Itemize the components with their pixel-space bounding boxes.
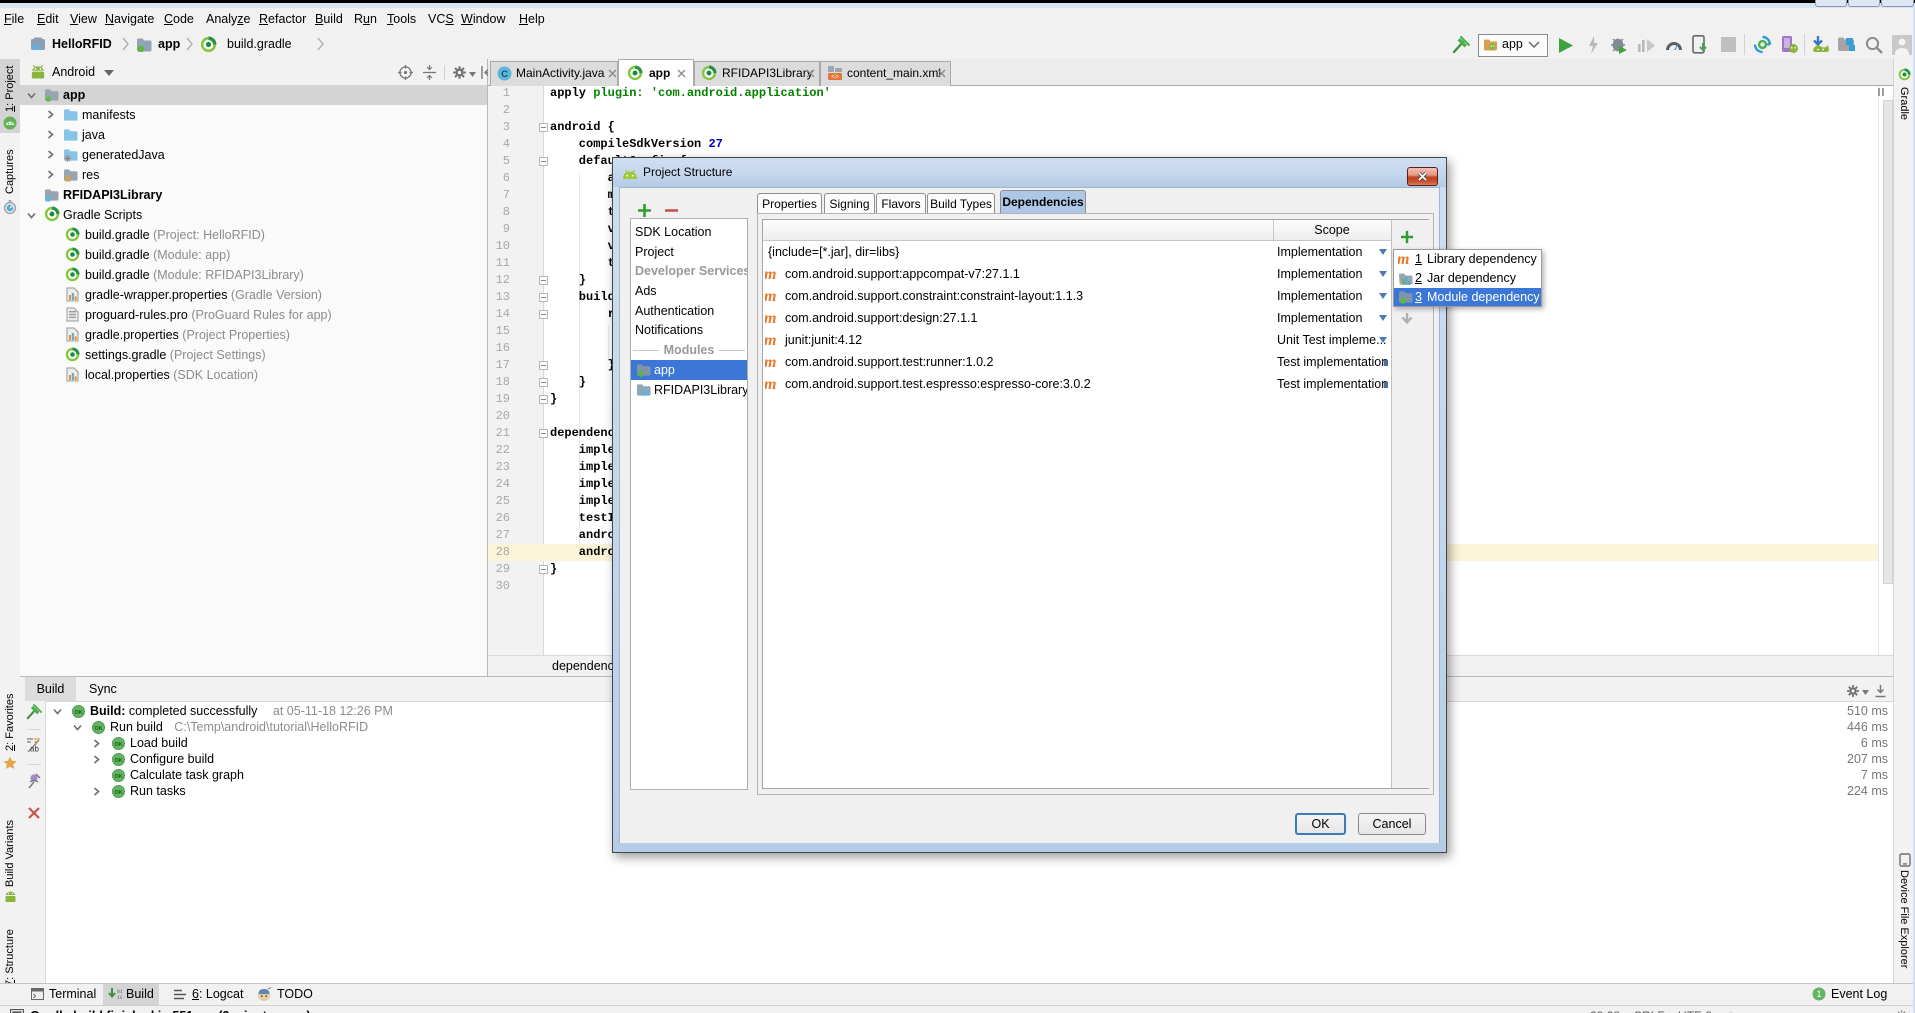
svg-text:ab: ab [30, 745, 39, 754]
svg-text:m: m [765, 378, 776, 391]
svg-text:m: m [765, 312, 776, 325]
svg-text:m: m [1398, 253, 1409, 266]
svg-text:<>: <> [831, 74, 839, 81]
svg-text:C: C [501, 69, 508, 80]
svg-text:10: 10 [117, 995, 122, 1001]
svg-text:OK: OK [114, 790, 122, 796]
svg-text:m: m [765, 334, 776, 347]
svg-text:m: m [765, 268, 776, 281]
svg-text:OK: OK [94, 726, 102, 732]
svg-text:m: m [765, 356, 776, 369]
svg-text:OK: OK [114, 758, 122, 764]
svg-text:OK: OK [74, 710, 82, 716]
svg-text:1: 1 [1816, 989, 1821, 999]
svg-text:OK: OK [114, 774, 122, 780]
svg-text:m: m [765, 290, 776, 303]
svg-text:OK: OK [114, 742, 122, 748]
